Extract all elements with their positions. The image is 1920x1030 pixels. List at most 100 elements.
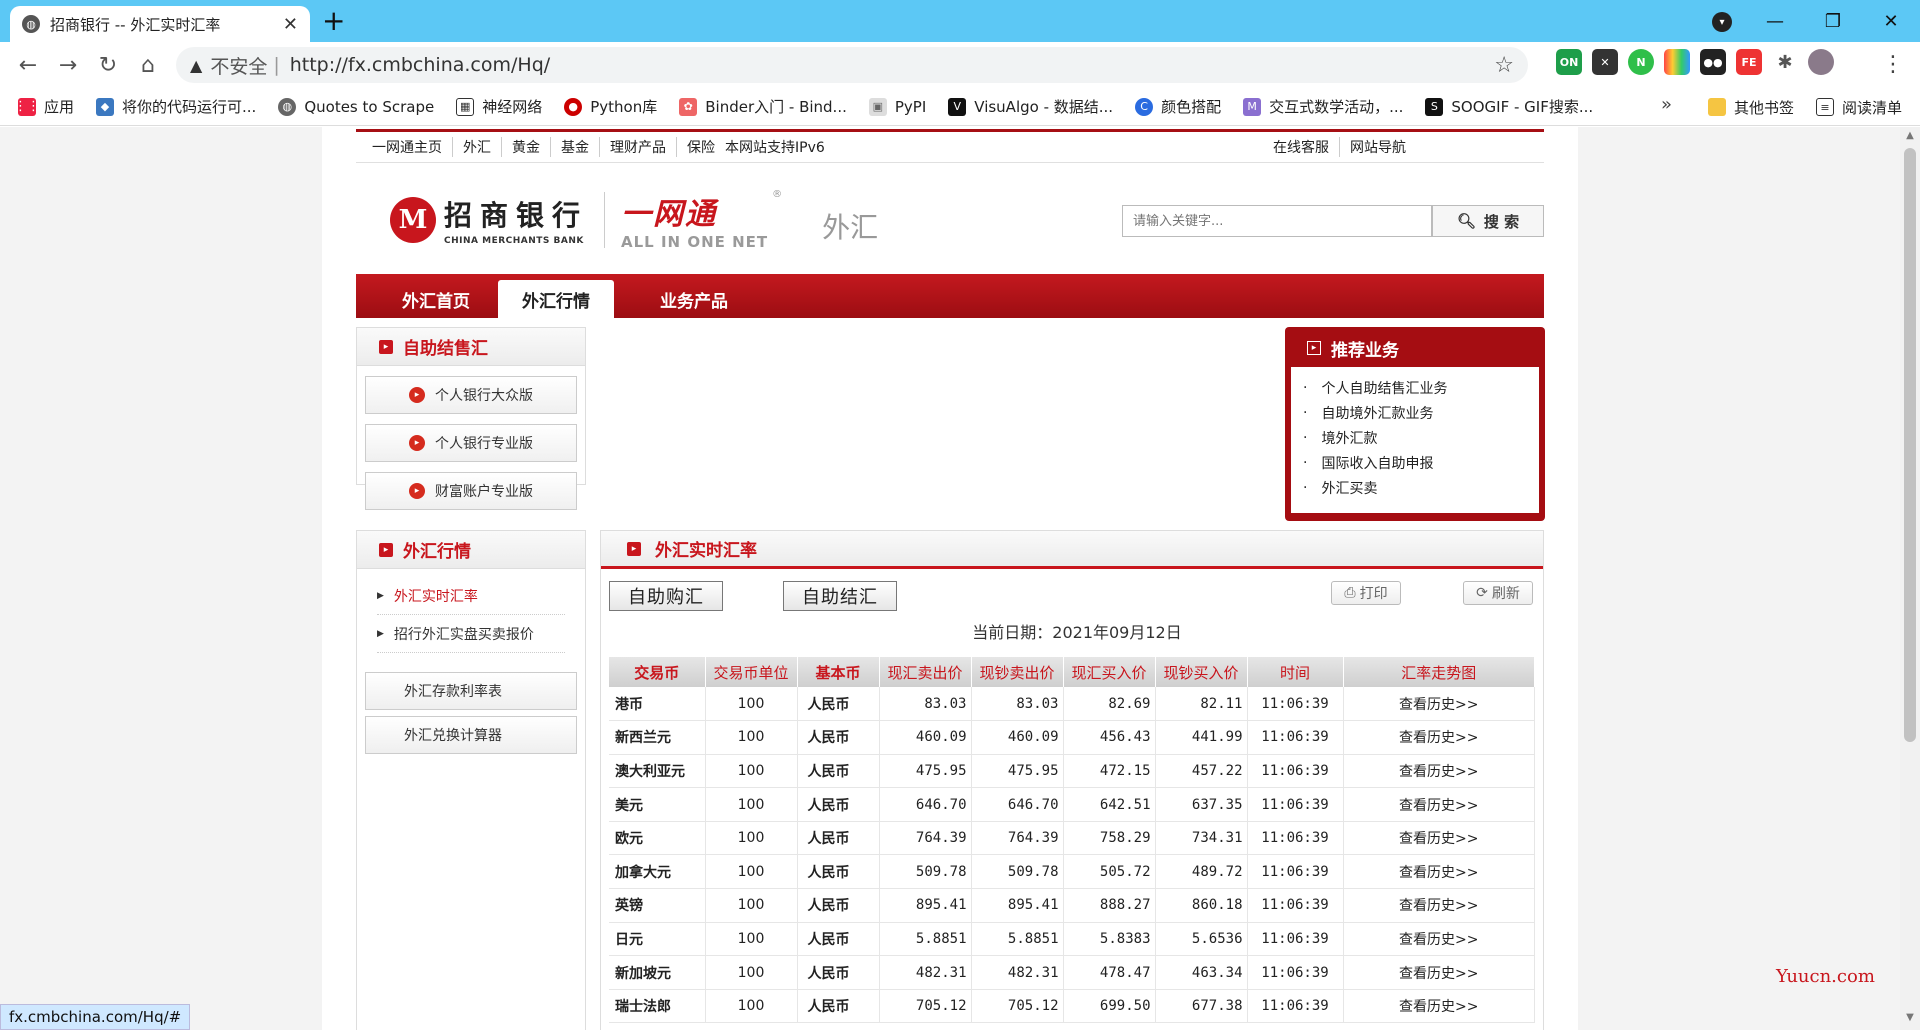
- table-header-row: 交易币 交易币单位 基本币 现汇卖出价 现钞卖出价 现汇买入价 现钞买入价 时间…: [609, 657, 1535, 687]
- minimize-icon[interactable]: —: [1746, 11, 1804, 32]
- view-history-link[interactable]: 查看历史>>: [1343, 821, 1535, 856]
- expand-box-icon: ▸: [1307, 341, 1321, 355]
- scroll-up-icon[interactable]: ▲: [1900, 130, 1920, 141]
- recommend-item[interactable]: · 国际收入自助申报: [1303, 450, 1539, 475]
- table-row: 新西兰元 100 人民币 460.09 460.09 456.43 441.99 11:06:…: [609, 720, 1535, 755]
- forward-icon[interactable]: →: [48, 53, 88, 78]
- back-icon[interactable]: ←: [8, 53, 48, 78]
- deposit-rate-table-button[interactable]: 外汇存款利率表: [365, 672, 577, 710]
- table-cell: 734.31: [1155, 821, 1248, 856]
- topnav-link[interactable]: 黄金: [502, 137, 551, 157]
- extensions-area: ON ✕ N ●● FE ✱: [1556, 49, 1834, 75]
- restore-icon[interactable]: ❐: [1804, 11, 1862, 32]
- search-button[interactable]: 🔍︎ 搜 索: [1432, 205, 1544, 237]
- topnav-link[interactable]: 基金: [551, 137, 600, 157]
- bookmark-item[interactable]: ◍ Quotes to Scrape: [278, 97, 434, 116]
- current-date: 当前日期：2021年09月12日: [972, 623, 1182, 642]
- table-cell: 人民币: [797, 989, 880, 1024]
- address-bar[interactable]: ▲ 不安全 | http://fx.cmbchina.com/Hq/ ☆: [176, 47, 1528, 83]
- recommend-item[interactable]: · 个人自助结售汇业务: [1303, 375, 1539, 400]
- browser-tab[interactable]: ◍ 招商银行 -- 外汇实时汇率 ✕: [10, 6, 310, 42]
- folder-icon: [1707, 98, 1726, 116]
- topnav-link[interactable]: 一网通主页: [372, 137, 453, 157]
- avatar[interactable]: [1808, 49, 1834, 75]
- extension-color-icon[interactable]: [1664, 49, 1690, 75]
- view-history-link[interactable]: 查看历史>>: [1343, 922, 1535, 957]
- site-nav-link[interactable]: 网站导航: [1340, 137, 1416, 157]
- tab-title: 招商银行 -- 外汇实时汇率: [50, 15, 221, 34]
- puzzle-icon[interactable]: ✱: [1772, 49, 1798, 75]
- table-cell: 11:06:39: [1247, 888, 1344, 923]
- spot-quote-link[interactable]: ▶ 招行外汇实盘买卖报价: [377, 615, 565, 653]
- recommend-item[interactable]: · 外汇买卖: [1303, 475, 1539, 500]
- view-history-link[interactable]: 查看历史>>: [1343, 687, 1535, 722]
- bookmarks-bar: ⋮⋮ 应用 ◆ 将你的代码运行可... ◍ Quotes to Scrape ▦ 神经网…: [0, 88, 1920, 126]
- personal-bank-pro-button[interactable]: ▸ 个人银行专业版: [365, 424, 577, 462]
- bookmark-item[interactable]: C 颜色搭配: [1135, 96, 1221, 117]
- table-cell: 英镑: [609, 888, 706, 923]
- online-service-link[interactable]: 在线客服: [1263, 137, 1340, 157]
- all-in-one-net-logo: 一网通 ALL IN ONE NET: [621, 197, 769, 251]
- realtime-rate-link[interactable]: ▶ 外汇实时汇率: [377, 577, 565, 615]
- topnav-link[interactable]: 外汇: [453, 137, 502, 157]
- tab-fx-home[interactable]: 外汇首页: [378, 280, 494, 318]
- personal-bank-public-button[interactable]: ▸ 个人银行大众版: [365, 376, 577, 414]
- table-cell: 764.39: [971, 821, 1064, 856]
- bookmark-item[interactable]: ◆ 将你的代码运行可...: [96, 96, 256, 117]
- bookmark-item[interactable]: ▦ 神经网络: [456, 96, 542, 117]
- view-history-link[interactable]: 查看历史>>: [1343, 989, 1535, 1024]
- bookmark-item[interactable]: V VisuAlgo - 数据结...: [948, 96, 1113, 117]
- bookmark-reading-list[interactable]: ≡ 阅读清单: [1815, 97, 1902, 118]
- view-history-link[interactable]: 查看历史>>: [1343, 787, 1535, 822]
- refresh-button[interactable]: ⟳ 刷新: [1463, 581, 1533, 605]
- view-history-link[interactable]: 查看历史>>: [1343, 955, 1535, 990]
- bookmark-star-icon[interactable]: ☆: [1494, 53, 1514, 78]
- view-history-link[interactable]: 查看历史>>: [1343, 754, 1535, 789]
- table-cell: 456.43: [1063, 720, 1156, 755]
- col-trend: 汇率走势图: [1343, 657, 1535, 687]
- home-icon[interactable]: ⌂: [128, 53, 168, 78]
- view-history-link[interactable]: 查看历史>>: [1343, 720, 1535, 755]
- scroll-down-icon[interactable]: ▼: [1900, 1012, 1920, 1023]
- bookmark-item[interactable]: S SOOGIF - GIF搜索...: [1425, 96, 1593, 117]
- bookmark-item[interactable]: ✿ Binder入门 - Bind...: [679, 96, 847, 117]
- tab-products[interactable]: 业务产品: [636, 280, 752, 318]
- table-cell: 5.8383: [1063, 922, 1156, 957]
- exchange-calculator-button[interactable]: 外汇兑换计算器: [365, 716, 577, 754]
- bookmark-item[interactable]: M 交互式数学活动，...: [1243, 96, 1403, 117]
- menu-icon[interactable]: ⋮: [1882, 52, 1904, 77]
- bookmark-other[interactable]: 其他书签: [1707, 97, 1794, 118]
- browser-tab-bar: ◍ 招商银行 -- 外汇实时汇率 ✕ + ▾ — ❐ ✕: [0, 0, 1920, 42]
- extension-n-icon[interactable]: N: [1628, 49, 1654, 75]
- new-tab-icon[interactable]: +: [322, 6, 345, 36]
- extension-on-icon[interactable]: ON: [1556, 49, 1582, 75]
- extension-mask-icon[interactable]: ●●: [1700, 49, 1726, 75]
- extension-fe-icon[interactable]: FE: [1736, 49, 1762, 75]
- scrollbar-thumb[interactable]: [1904, 148, 1916, 742]
- view-history-link[interactable]: 查看历史>>: [1343, 854, 1535, 890]
- view-history-link[interactable]: 查看历史>>: [1343, 888, 1535, 923]
- logo-area[interactable]: M 招商银行 CHINA MERCHANTS BANK 一网通 ALL IN O…: [390, 189, 878, 251]
- close-icon[interactable]: ✕: [283, 14, 298, 35]
- media-icon[interactable]: ▾: [1712, 12, 1732, 32]
- bookmark-item[interactable]: ● Python库: [564, 96, 657, 117]
- bookmarks-overflow-icon[interactable]: »: [1661, 94, 1672, 115]
- search-input[interactable]: [1122, 205, 1432, 237]
- url-text[interactable]: http://fx.cmbchina.com/Hq/: [290, 54, 1495, 76]
- extension-x-icon[interactable]: ✕: [1592, 49, 1618, 75]
- wealth-account-pro-button[interactable]: ▸ 财富账户专业版: [365, 472, 577, 510]
- recommend-item[interactable]: · 自助境外汇款业务: [1303, 400, 1539, 425]
- print-button[interactable]: ⎙ 打印: [1331, 581, 1401, 605]
- table-cell: 472.15: [1063, 754, 1156, 789]
- bookmark-apps[interactable]: ⋮⋮ 应用: [14, 96, 74, 117]
- window-close-icon[interactable]: ✕: [1862, 11, 1920, 32]
- tab-fx-quotes[interactable]: 外汇行情: [498, 280, 614, 318]
- reload-icon[interactable]: ↻: [88, 53, 128, 78]
- recommend-item[interactable]: · 境外汇款: [1303, 425, 1539, 450]
- topnav-link[interactable]: 保险: [677, 137, 725, 157]
- table-cell: 瑞士法郎: [609, 989, 706, 1024]
- self-settle-fx-button[interactable]: 自助结汇: [783, 581, 897, 611]
- bookmark-item[interactable]: ▣ PyPI: [868, 97, 926, 116]
- topnav-link[interactable]: 理财产品: [600, 137, 677, 157]
- self-purchase-fx-button[interactable]: 自助购汇: [609, 581, 723, 611]
